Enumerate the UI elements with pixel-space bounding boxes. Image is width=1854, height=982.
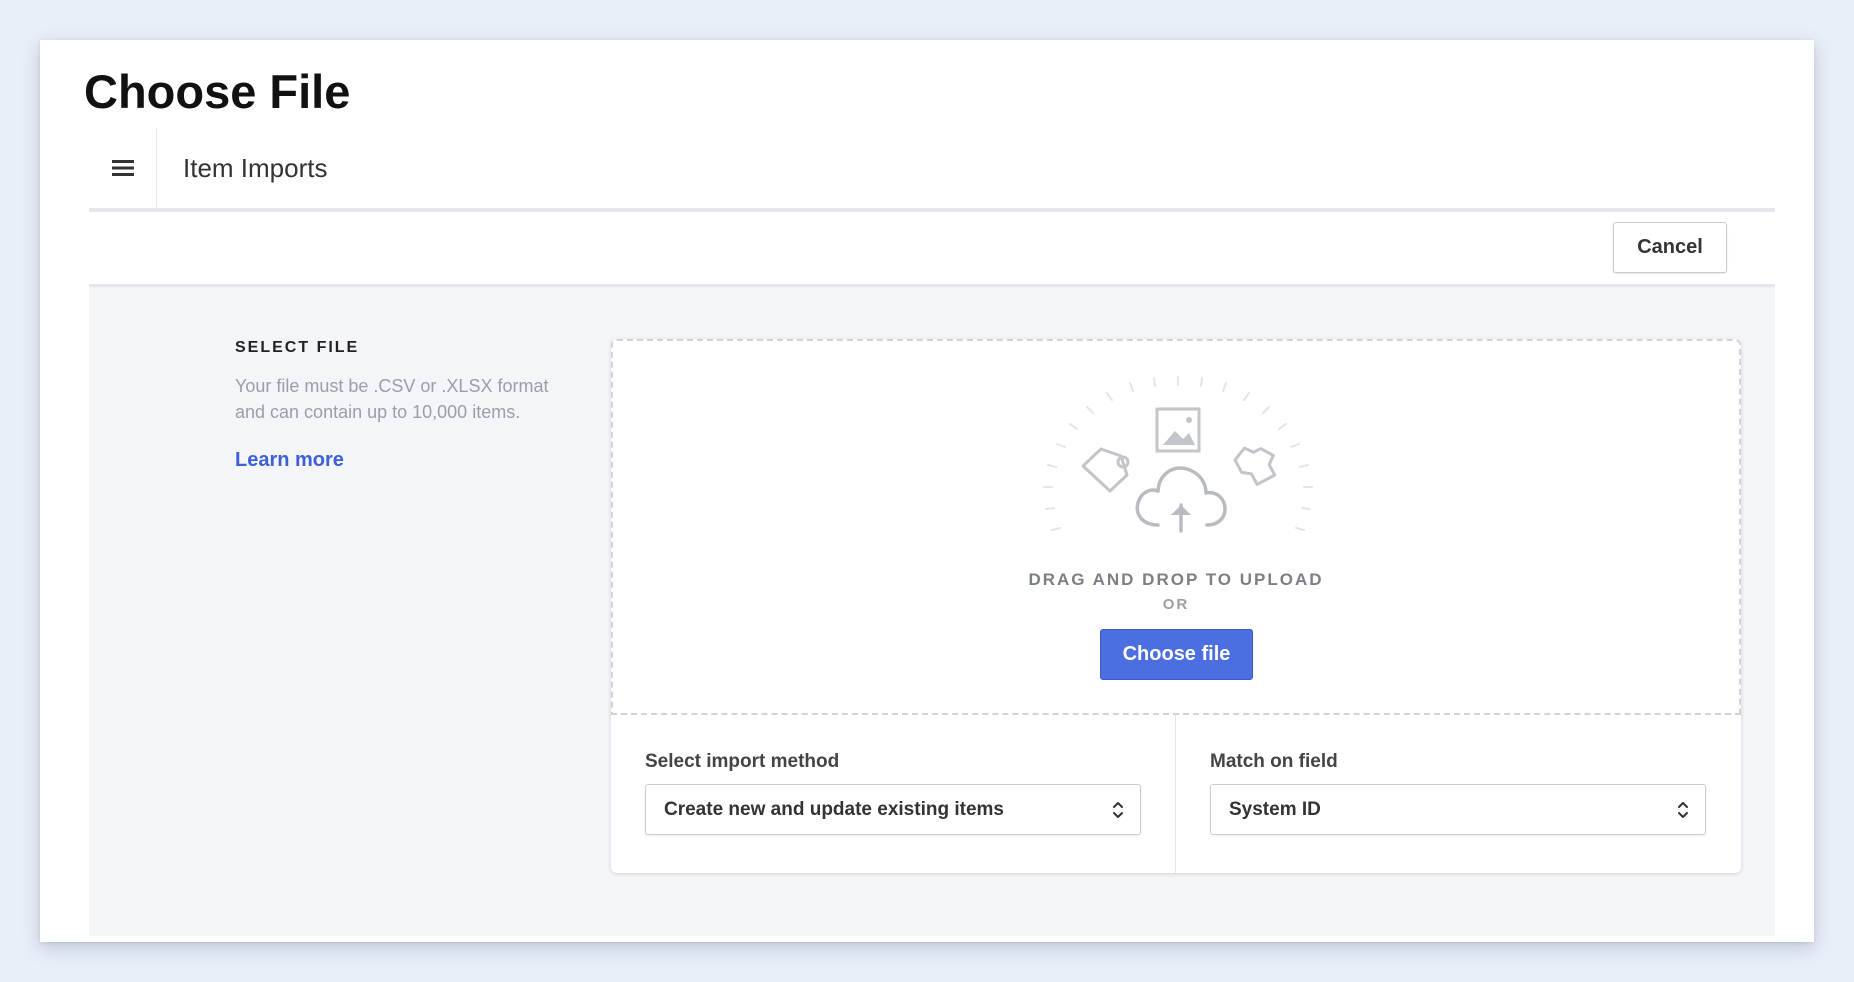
choose-file-button[interactable]: Choose file (1100, 629, 1253, 680)
import-options: Select import method Create new and upda… (611, 715, 1741, 873)
file-requirements-text: Your file must be .CSV or .XLSX format a… (235, 376, 549, 422)
shirt-icon (1233, 446, 1277, 486)
app-title: Item Imports (183, 153, 328, 183)
cancel-button[interactable]: Cancel (1613, 222, 1727, 273)
drop-zone[interactable]: DRAG AND DROP TO UPLOAD OR Choose file (611, 339, 1741, 715)
window-card: Choose File Item Imports Cancel SELECT F… (40, 40, 1814, 942)
or-separator: OR (1162, 596, 1190, 613)
import-method-value: Create new and update existing items (664, 799, 1004, 820)
match-field-value: System ID (1229, 799, 1321, 820)
match-field-label: Match on field (1210, 751, 1338, 772)
image-icon (1155, 407, 1201, 453)
tag-icon (1081, 447, 1130, 493)
main-content: SELECT FILE Your file must be .CSV or .X… (89, 287, 1775, 936)
upload-illustration (1043, 376, 1313, 533)
select-caret-icon (1113, 802, 1123, 818)
page-title: Choose File (84, 65, 351, 118)
match-field-select[interactable]: System ID (1210, 784, 1706, 835)
menu-button[interactable] (89, 128, 157, 208)
import-method-label: Select import method (645, 751, 840, 772)
top-bar: Item Imports (89, 128, 1775, 212)
learn-more-link[interactable]: Learn more (235, 449, 344, 472)
import-method-select[interactable]: Create new and update existing items (645, 784, 1141, 835)
upload-panel: DRAG AND DROP TO UPLOAD OR Choose file S… (611, 339, 1741, 873)
match-field-section: Match on field System ID (1176, 715, 1741, 873)
cloud-upload-icon (1135, 466, 1227, 533)
drag-and-drop-text: DRAG AND DROP TO UPLOAD (1028, 570, 1324, 589)
select-caret-icon (1678, 802, 1688, 818)
hamburger-menu-icon (111, 160, 134, 176)
action-bar: Cancel (89, 212, 1775, 287)
select-file-info: SELECT FILE Your file must be .CSV or .X… (235, 339, 575, 472)
section-heading: SELECT FILE (235, 339, 360, 356)
item-imports-app: Item Imports Cancel SELECT FILE Your fil… (89, 128, 1775, 936)
import-method-section: Select import method Create new and upda… (611, 715, 1176, 873)
